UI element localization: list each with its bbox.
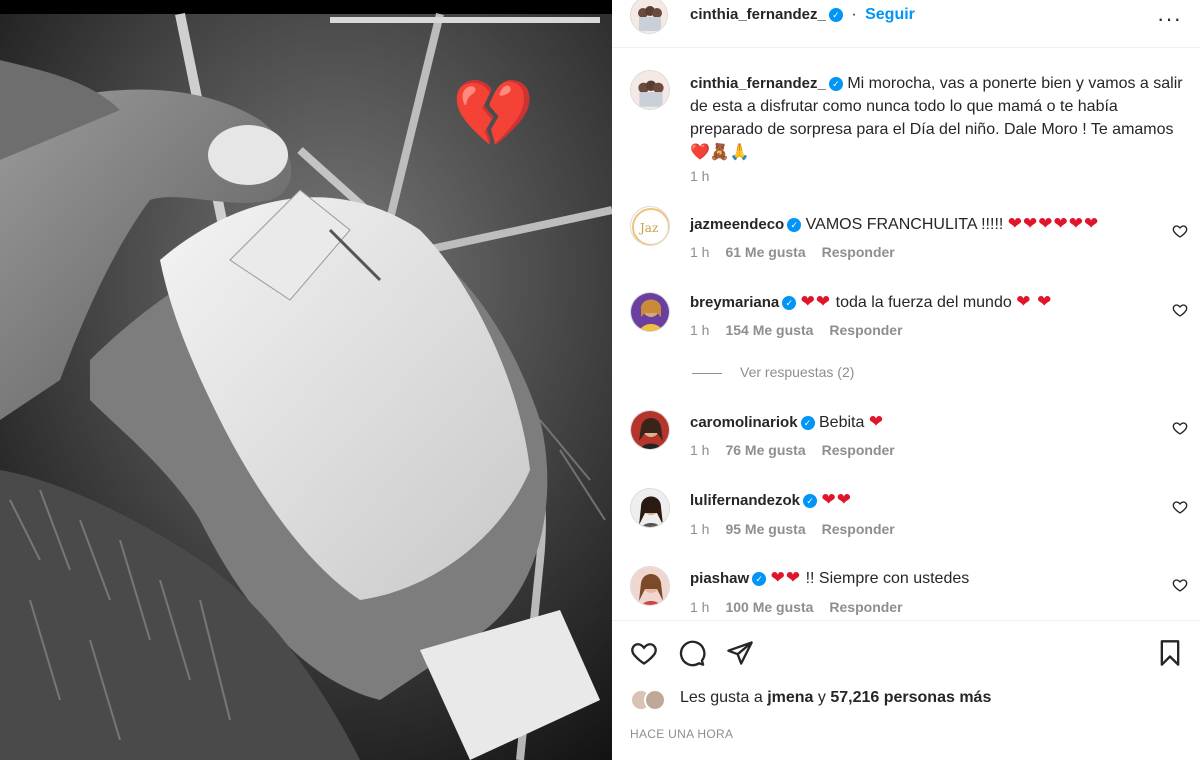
comment-username[interactable]: jazmeendeco bbox=[690, 216, 784, 233]
like-comment-heart-icon[interactable] bbox=[1172, 223, 1188, 239]
verified-badge-icon: ✓ bbox=[828, 7, 843, 22]
reply-button[interactable]: Responder bbox=[822, 244, 895, 260]
post-timestamp: HACE UNA HORA bbox=[630, 727, 734, 741]
verified-badge-icon: ✓ bbox=[828, 76, 843, 91]
comment-emojis: ❤❤ bbox=[821, 490, 852, 509]
commenter-avatar[interactable] bbox=[630, 292, 670, 332]
comment-likes[interactable]: 76 Me gusta bbox=[725, 442, 805, 458]
caption-emojis: ❤️🧸🙏 bbox=[690, 144, 750, 161]
comment-text: !! Siempre con ustedes bbox=[805, 570, 970, 587]
comment-username[interactable]: piashaw bbox=[690, 570, 749, 587]
likes-count[interactable]: 57,216 personas más bbox=[830, 689, 991, 706]
like-comment-heart-icon[interactable] bbox=[1172, 302, 1188, 318]
author-username[interactable]: cinthia_fernandez_ bbox=[690, 6, 826, 23]
verified-badge-icon: ✓ bbox=[800, 415, 815, 430]
comment-username[interactable]: caromolinariok bbox=[690, 414, 798, 431]
post-header: cinthia_fernandez_ ✓ · Seguir ··· bbox=[612, 0, 1200, 48]
comment-emojis-before: ❤❤ bbox=[770, 568, 802, 587]
post-actions: Les gusta a jmena y 57,216 personas más … bbox=[612, 620, 1200, 760]
post-photo[interactable]: 💔 bbox=[0, 0, 612, 760]
verified-badge-icon: ✓ bbox=[787, 217, 802, 232]
caption-time: 1 h bbox=[690, 168, 710, 184]
comment-emojis: ❤ ❤ bbox=[1016, 292, 1053, 311]
like-comment-heart-icon[interactable] bbox=[1172, 499, 1188, 515]
comment-likes[interactable]: 154 Me gusta bbox=[725, 322, 813, 338]
view-replies-label: Ver respuestas (2) bbox=[740, 364, 855, 380]
post-details-pane: cinthia_fernandez_ ✓ · Seguir ··· cinthia… bbox=[612, 0, 1200, 760]
likes-joiner: y bbox=[817, 689, 826, 706]
reply-button[interactable]: Responder bbox=[822, 521, 895, 537]
comment-username[interactable]: lulifernandezok bbox=[690, 492, 800, 509]
author-avatar-caption[interactable] bbox=[630, 70, 670, 110]
comment-time: 1 h bbox=[690, 244, 710, 260]
likes-user[interactable]: jmena bbox=[767, 689, 813, 706]
commenter-avatar[interactable] bbox=[630, 410, 670, 450]
commenter-avatar[interactable] bbox=[630, 566, 670, 606]
comment-text: toda la fuerza del mundo bbox=[835, 294, 1012, 311]
reply-button[interactable]: Responder bbox=[822, 442, 895, 458]
liker-avatar bbox=[644, 689, 666, 711]
verified-badge-icon: ✓ bbox=[752, 571, 767, 586]
commenter-avatar[interactable]: Jaz bbox=[630, 206, 670, 246]
broken-heart-icon: 💔 bbox=[452, 76, 535, 150]
comment-likes[interactable]: 95 Me gusta bbox=[725, 521, 805, 537]
view-replies-button[interactable]: Ver respuestas (2) bbox=[692, 364, 854, 380]
comment-time: 1 h bbox=[690, 599, 710, 615]
caption-username[interactable]: cinthia_fernandez_ bbox=[690, 75, 826, 92]
verified-badge-icon: ✓ bbox=[803, 493, 818, 508]
commenter-avatar[interactable] bbox=[630, 488, 670, 528]
like-heart-icon[interactable] bbox=[630, 639, 658, 667]
like-comment-heart-icon[interactable] bbox=[1172, 420, 1188, 436]
replies-divider bbox=[692, 372, 722, 374]
comment-text: Bebita bbox=[819, 414, 865, 431]
comment-time: 1 h bbox=[690, 521, 710, 537]
comment-bubble-icon[interactable] bbox=[678, 639, 706, 667]
comment-text: VAMOS FRANCHULITA !!!!! bbox=[805, 216, 1004, 233]
like-comment-heart-icon[interactable] bbox=[1172, 577, 1188, 593]
comment-time: 1 h bbox=[690, 442, 710, 458]
likes-summary[interactable]: Les gusta a jmena y 57,216 personas más bbox=[680, 689, 991, 707]
reply-button[interactable]: Responder bbox=[829, 322, 902, 338]
comment-likes[interactable]: 100 Me gusta bbox=[725, 599, 813, 615]
author-avatar[interactable] bbox=[630, 0, 668, 34]
comment-emojis: ❤ bbox=[868, 412, 885, 431]
follow-button[interactable]: Seguir bbox=[865, 6, 915, 23]
comment-username[interactable]: breymariana bbox=[690, 294, 779, 311]
share-paper-plane-icon[interactable] bbox=[726, 639, 754, 667]
save-bookmark-icon[interactable] bbox=[1156, 639, 1184, 667]
more-options-icon[interactable]: ··· bbox=[1157, 6, 1182, 32]
reply-button[interactable]: Responder bbox=[829, 599, 902, 615]
verified-badge-icon: ✓ bbox=[782, 295, 797, 310]
likes-prefix: Les gusta a bbox=[680, 689, 763, 706]
comment-time: 1 h bbox=[690, 322, 710, 338]
comment-emojis-before: ❤❤ bbox=[800, 292, 832, 311]
comment-emojis: ❤❤❤❤❤❤ bbox=[1007, 214, 1100, 233]
svg-text:Jaz: Jaz bbox=[638, 221, 658, 235]
comment-likes[interactable]: 61 Me gusta bbox=[725, 244, 805, 260]
